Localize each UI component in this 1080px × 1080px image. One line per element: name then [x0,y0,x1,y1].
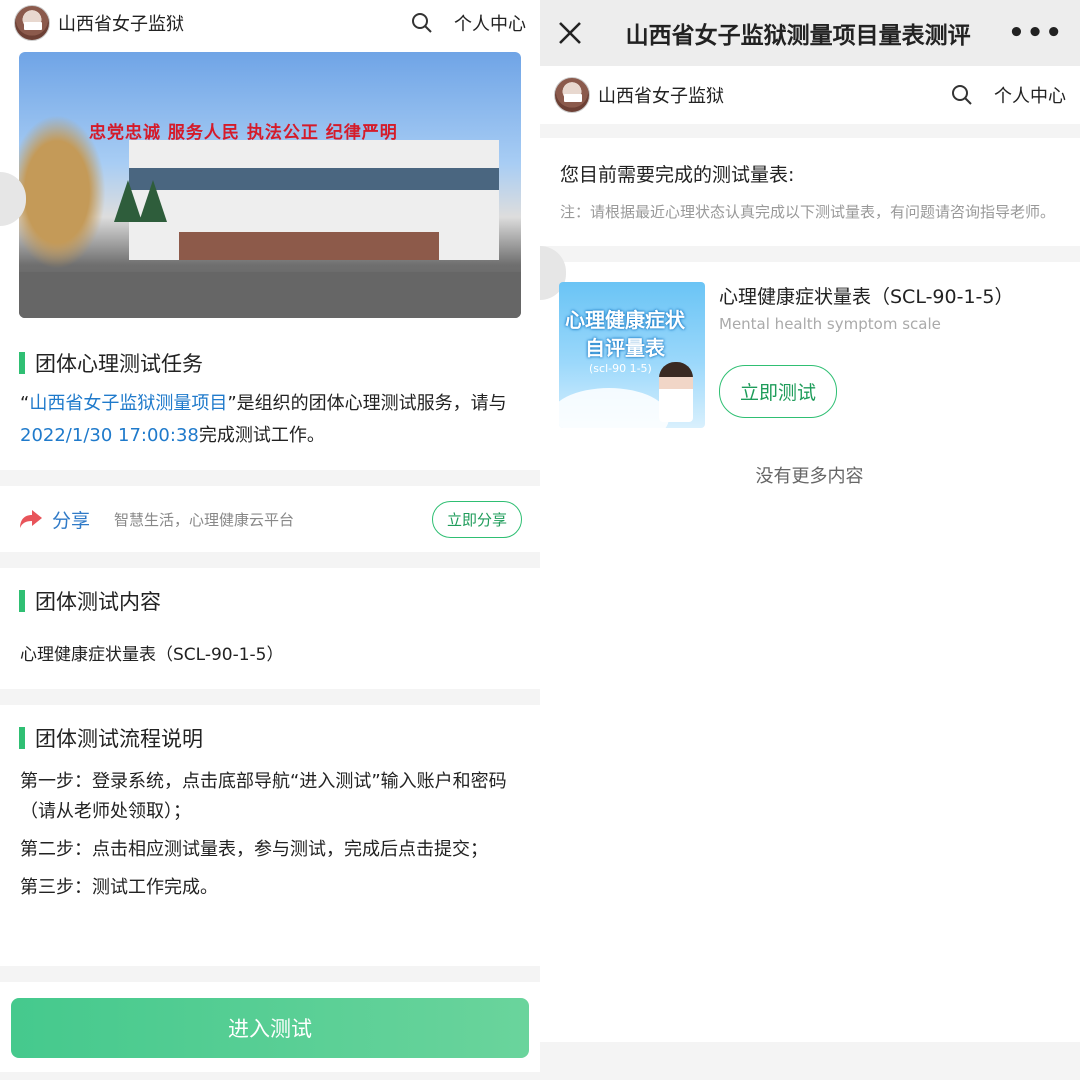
step-1: 第一步：登录系统，点击底部导航“进入测试”输入账户和密码（请从老师处领取）； [20,771,507,822]
project-name-link[interactable]: 山西省女子监狱测量项目 [29,393,227,414]
site-name: 山西省女子监狱 [598,86,724,107]
share-row: 分享 智慧生活，心理健康云平台 立即分享 [0,486,540,552]
pending-scales-intro: 您目前需要完成的测试量表: 注：请根据最近心理状态认真完成以下测试量表，有问题请… [540,138,1080,246]
share-now-button[interactable]: 立即分享 [431,500,522,538]
site-header: 山西省女子监狱 个人中心 [0,0,540,46]
task-description: “山西省女子监狱测量项目”是组织的团体心理测试服务，请与2022/1/30 17… [20,393,507,446]
scale-card: 心理健康症状 自评量表 (scl-90 1-5) 心理健康症状量表（SCL-90… [540,262,1080,1042]
share-label[interactable]: 分享 [52,506,90,533]
close-icon[interactable] [556,19,584,47]
section-marker [19,590,25,612]
scale-name[interactable]: 心理健康症状量表（SCL-90-1-5） [719,282,1014,309]
process-section-title: 团体测试流程说明 [0,723,540,753]
prison-logo [554,77,590,113]
start-test-button[interactable]: 立即测试 [719,365,838,418]
section-marker [19,352,25,374]
step-2: 第二步：点击相应测试量表，参与测试，完成后点击提交； [20,839,488,860]
content-section-title: 团体测试内容 [0,586,540,616]
scale-cover-image[interactable]: 心理健康症状 自评量表 (scl-90 1-5) [559,282,705,428]
scale-english-name: Mental health symptom scale [719,315,941,333]
photo-sign-text: 忠党忠诚 服务人民 执法公正 纪律严明 [89,123,398,143]
right-screen: 山西省女子监狱测量项目量表测评 ••• 山西省女子监狱 个人中心 您目前需要完成… [540,0,1080,1080]
user-center-link[interactable]: 个人中心 [454,10,526,36]
webview-title-bar: 山西省女子监狱测量项目量表测评 ••• [540,0,1080,66]
content-scale-item: 心理健康症状量表（SCL-90-1-5） [20,645,284,665]
enter-test-button[interactable]: 进入测试 [11,998,529,1058]
deadline-text: 2022/1/30 17:00:38 [20,425,199,446]
webview-title: 山西省女子监狱测量项目量表测评 [625,23,971,49]
more-options-icon[interactable]: ••• [1008,18,1064,48]
doctor-figure [659,362,693,422]
section-marker [19,727,25,749]
pending-title: 您目前需要完成的测试量表: [560,164,795,186]
prison-logo [14,5,50,41]
task-section-title: 团体心理测试任务 [0,348,540,378]
user-center-link[interactable]: 个人中心 [994,82,1066,108]
site-name: 山西省女子监狱 [58,14,184,35]
process-steps: 第一步：登录系统，点击底部导航“进入测试”输入账户和密码（请从老师处领取）； 第… [0,767,540,903]
share-arrow-icon[interactable] [18,508,44,530]
step-3: 第三步：测试工作完成。 [20,877,218,898]
no-more-content: 没有更多内容 [755,466,864,487]
pending-note: 注：请根据最近心理状态认真完成以下测试量表，有问题请咨询指导老师。 [560,203,1056,221]
left-screen: 山西省女子监狱 个人中心 忠党忠诚 服务人民 执法公正 纪律严明 团体心理测试任… [0,0,540,1080]
search-icon[interactable] [948,81,976,109]
search-icon[interactable] [408,9,436,37]
prison-photo: 忠党忠诚 服务人民 执法公正 纪律严明 [19,52,521,318]
site-header: 山西省女子监狱 个人中心 [540,66,1080,124]
share-slogan: 智慧生活，心理健康云平台 [114,510,295,529]
